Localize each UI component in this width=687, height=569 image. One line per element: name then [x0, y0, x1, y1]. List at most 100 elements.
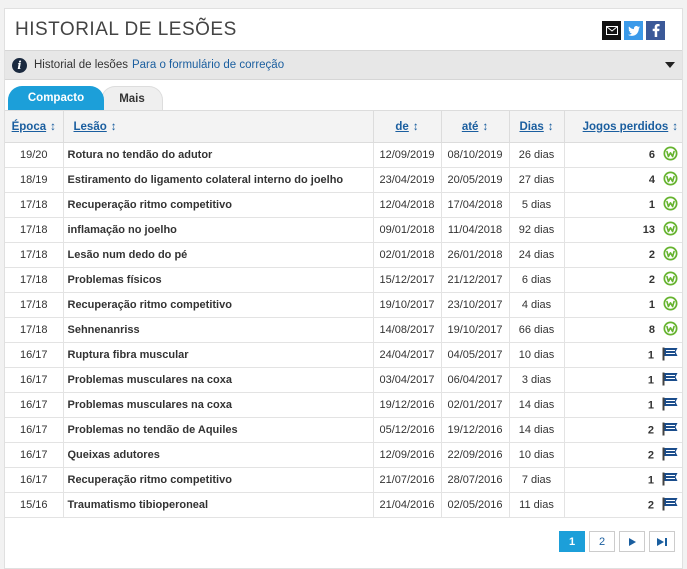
page-2-button[interactable]: 2 — [589, 531, 615, 552]
club-logo-icon[interactable] — [662, 347, 678, 364]
season-cell: 17/18 — [5, 242, 63, 268]
panel-header: HISTORIAL DE LESÕES — [5, 9, 682, 50]
injury-cell: Sehnenanriss — [62, 317, 373, 343]
club-logo-icon[interactable] — [662, 447, 678, 464]
season-cell: 16/17 — [5, 417, 63, 443]
column-header-games-missed[interactable]: Jogos perdidos ↕ — [563, 110, 682, 143]
games-missed-value: 1 — [648, 299, 655, 311]
season-cell: 19/20 — [5, 142, 63, 168]
injury-table: Época ↕ Lesão ↕ de ↕ até ↕ Dias ↕ Jogos perdi… — [5, 110, 682, 518]
club-logo-icon[interactable] — [663, 271, 678, 289]
days-cell: 24 dias — [508, 242, 564, 268]
days-cell: 10 dias — [508, 442, 564, 468]
club-logo-icon[interactable] — [663, 246, 678, 264]
club-logo-icon[interactable] — [663, 196, 678, 214]
days-cell: 3 dias — [508, 367, 564, 393]
club-logo-icon[interactable] — [662, 397, 678, 414]
season-cell: 17/18 — [5, 192, 63, 218]
club-logo-icon[interactable] — [663, 146, 678, 164]
sort-icon: ↕ — [482, 120, 489, 133]
club-logo-icon[interactable] — [662, 472, 678, 489]
column-header-season[interactable]: Época ↕ — [5, 110, 63, 143]
table-row: 17/18 inflamação no joelho 09/01/2018 11/04… — [5, 217, 682, 243]
injury-cell: Problemas no tendão de Aquiles — [62, 417, 373, 443]
games-missed-value: 2 — [647, 424, 654, 436]
until-date-cell: 28/07/2016 — [440, 467, 509, 493]
table-row: 19/20 Rotura no tendão do adutor 12/09/201… — [5, 142, 682, 168]
info-bar[interactable]: i Historial de lesões Para o formulário … — [5, 50, 682, 80]
from-date-cell: 14/08/2017 — [372, 317, 441, 343]
page-1-button[interactable]: 1 — [559, 531, 585, 552]
injury-cell: Ruptura fibra muscular — [62, 342, 373, 368]
table-row: 15/16 Traumatismo tibioperoneal 21/04/2016… — [5, 492, 682, 518]
games-missed-cell: 1 — [563, 392, 682, 418]
injury-cell: Problemas musculares na coxa — [62, 392, 373, 418]
club-logo-icon[interactable] — [662, 422, 678, 439]
days-cell: 14 dias — [508, 417, 564, 443]
sort-icon: ↕ — [110, 120, 117, 133]
club-logo-icon[interactable] — [663, 321, 678, 339]
until-date-cell: 11/04/2018 — [440, 217, 509, 243]
days-cell: 10 dias — [508, 342, 564, 368]
games-missed-value: 2 — [648, 249, 655, 261]
games-missed-value: 1 — [647, 474, 654, 486]
from-date-cell: 03/04/2017 — [372, 367, 441, 393]
games-missed-value: 8 — [648, 324, 655, 336]
days-cell: 27 dias — [508, 167, 564, 193]
days-cell: 6 dias — [508, 267, 564, 293]
column-header-days[interactable]: Dias ↕ — [508, 110, 564, 143]
season-cell: 15/16 — [5, 492, 63, 518]
club-logo-icon[interactable] — [662, 497, 678, 514]
season-cell: 17/18 — [5, 217, 63, 243]
injury-cell: Rotura no tendão do adutor — [62, 142, 373, 168]
mail-icon[interactable] — [602, 21, 621, 40]
chevron-down-icon[interactable] — [665, 62, 675, 68]
tab-more[interactable]: Mais — [101, 86, 163, 110]
season-cell: 16/17 — [5, 367, 63, 393]
twitter-icon[interactable] — [624, 21, 643, 40]
injury-cell: Recuperação ritmo competitivo — [62, 467, 373, 493]
season-cell: 16/17 — [5, 392, 63, 418]
games-missed-value: 1 — [647, 349, 654, 361]
club-logo-icon[interactable] — [662, 372, 678, 389]
column-header-from[interactable]: de ↕ — [372, 110, 441, 143]
games-missed-cell: 4 — [563, 167, 682, 193]
injury-cell: Traumatismo tibioperoneal — [62, 492, 373, 518]
games-missed-value: 2 — [647, 449, 654, 461]
club-logo-icon[interactable] — [663, 221, 678, 239]
injury-cell: inflamação no joelho — [62, 217, 373, 243]
days-cell: 7 dias — [508, 467, 564, 493]
facebook-icon[interactable] — [646, 21, 665, 40]
column-header-until[interactable]: até ↕ — [440, 110, 509, 143]
injury-cell: Lesão num dedo do pé — [62, 242, 373, 268]
club-logo-icon[interactable] — [663, 296, 678, 314]
sort-icon: ↕ — [547, 120, 554, 133]
page-title: HISTORIAL DE LESÕES — [15, 19, 237, 40]
tab-compact[interactable]: Compacto — [8, 86, 104, 110]
table-row: 17/18 Lesão num dedo do pé 02/01/2018 26/01… — [5, 242, 682, 268]
games-missed-value: 2 — [647, 499, 654, 511]
games-missed-cell: 2 — [563, 242, 682, 268]
games-missed-value: 1 — [648, 199, 655, 211]
games-missed-cell: 2 — [563, 267, 682, 293]
games-missed-value: 13 — [642, 224, 655, 236]
injury-cell: Problemas físicos — [62, 267, 373, 293]
games-missed-value: 1 — [647, 374, 654, 386]
games-missed-value: 6 — [648, 149, 655, 161]
games-missed-cell: 1 — [563, 192, 682, 218]
info-text: Historial de lesões — [34, 59, 128, 71]
days-cell: 26 dias — [508, 142, 564, 168]
last-page-icon[interactable] — [649, 531, 675, 552]
season-cell: 17/18 — [5, 317, 63, 343]
until-date-cell: 06/04/2017 — [440, 367, 509, 393]
column-header-injury[interactable]: Lesão ↕ — [62, 110, 373, 143]
table-row: 16/17 Problemas musculares na coxa 03/04/2… — [5, 367, 682, 393]
days-cell: 66 dias — [508, 317, 564, 343]
from-date-cell: 19/10/2017 — [372, 292, 441, 318]
until-date-cell: 17/04/2018 — [440, 192, 509, 218]
correction-form-link[interactable]: Para o formulário de correção — [132, 59, 284, 71]
from-date-cell: 23/04/2019 — [372, 167, 441, 193]
next-page-icon[interactable] — [619, 531, 645, 552]
until-date-cell: 22/09/2016 — [440, 442, 509, 468]
club-logo-icon[interactable] — [663, 171, 678, 189]
